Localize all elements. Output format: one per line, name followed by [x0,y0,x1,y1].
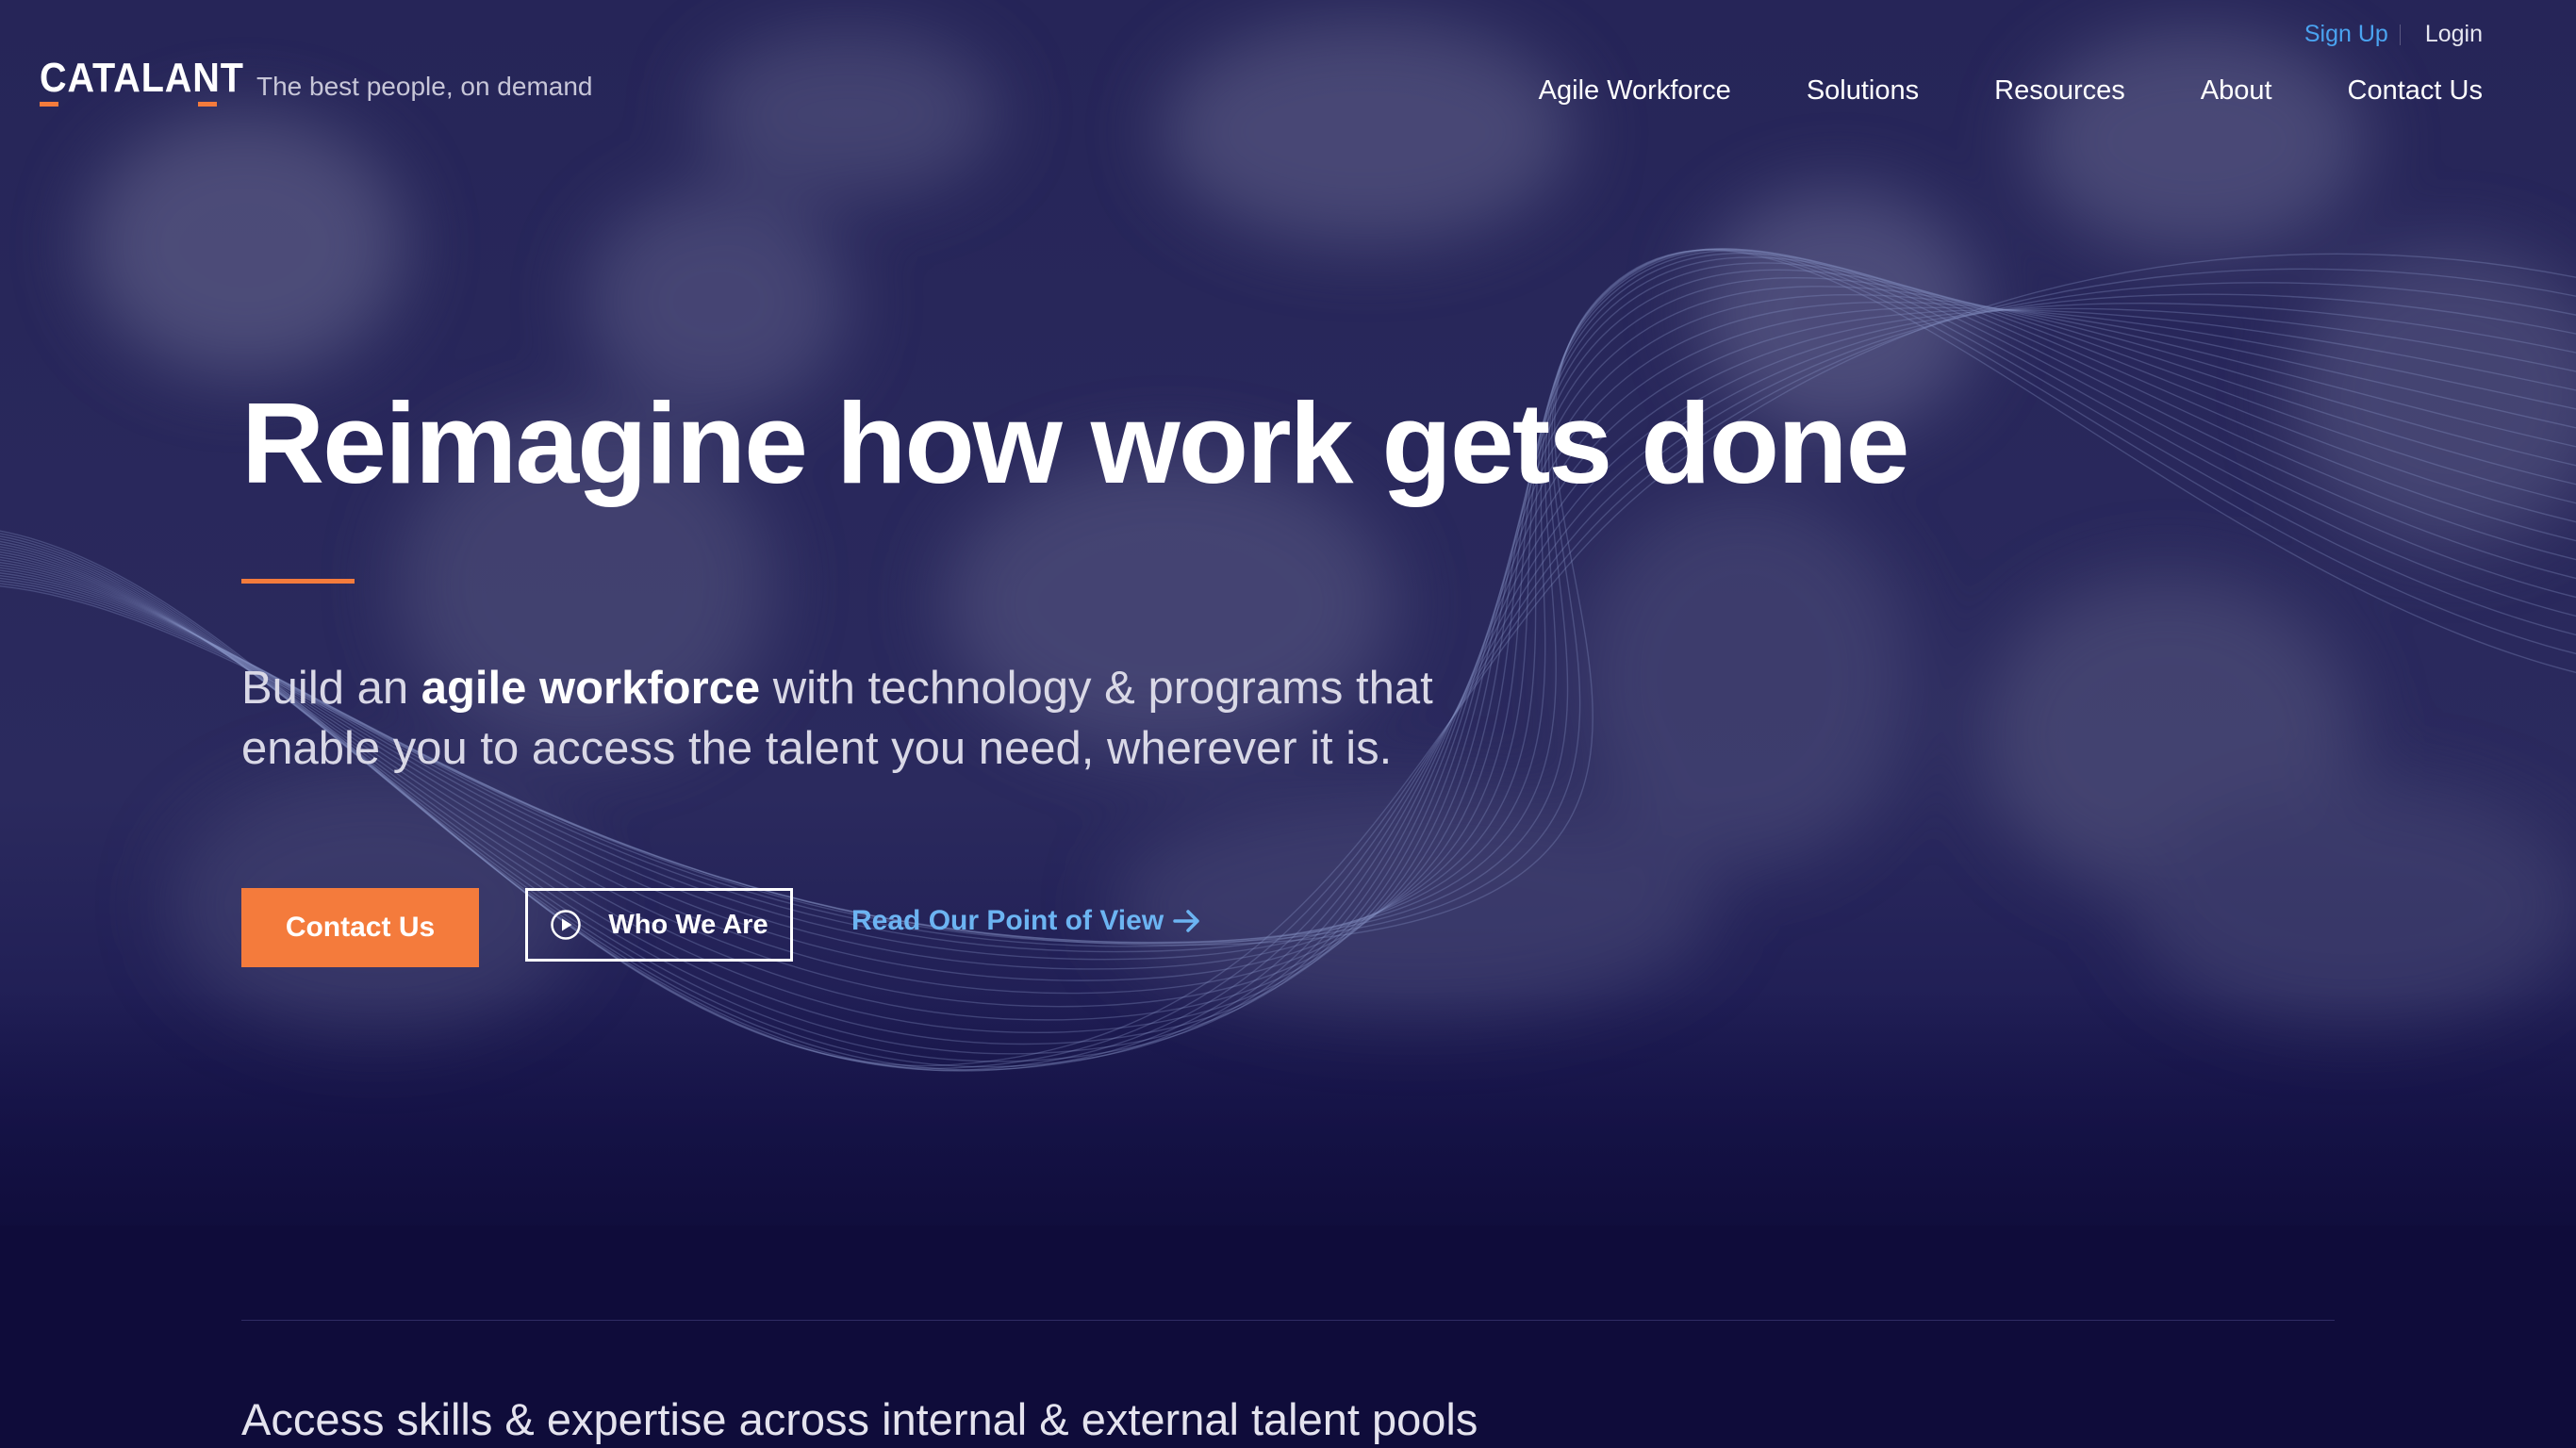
utility-divider [2399,24,2401,45]
section-divider [241,1320,2335,1321]
play-circle-icon [550,909,582,941]
hero-lede: Build an agile workforce with technology… [241,658,1486,779]
hero-headline: Reimagine how work gets done [241,379,1910,507]
read-point-of-view-label: Read Our Point of View [851,905,1164,936]
nav-item-agile-workforce[interactable]: Agile Workforce [1539,75,1731,107]
logo-underline-right [198,102,217,107]
lede-bold: agile workforce [421,663,761,714]
main-nav: Agile Workforce Solutions Resources Abou… [1463,75,2483,107]
headline-accent-rule [241,579,355,584]
brand-tagline: The best people, on demand [256,72,593,101]
login-link[interactable]: Login [2425,21,2483,48]
arrow-right-icon [1173,909,1201,933]
catalant-logo[interactable]: CATALANT [40,55,244,102]
who-we-are-button[interactable]: Who We Are [525,888,793,962]
lede-prefix: Build an [241,663,421,714]
logo-underline-left [40,102,58,107]
utility-nav: Sign Up Login [2304,21,2483,48]
nav-item-contact-us[interactable]: Contact Us [2348,75,2483,107]
read-point-of-view-link[interactable]: Read Our Point of View [851,905,1201,937]
nav-item-solutions[interactable]: Solutions [1807,75,1919,107]
contact-us-button[interactable]: Contact Us [241,888,479,967]
nav-item-resources[interactable]: Resources [1994,75,2125,107]
who-we-are-label: Who We Are [608,909,768,940]
section-title: Access skills & expertise across interna… [241,1394,1478,1444]
nav-item-about[interactable]: About [2201,75,2272,107]
sign-up-link[interactable]: Sign Up [2304,21,2388,48]
